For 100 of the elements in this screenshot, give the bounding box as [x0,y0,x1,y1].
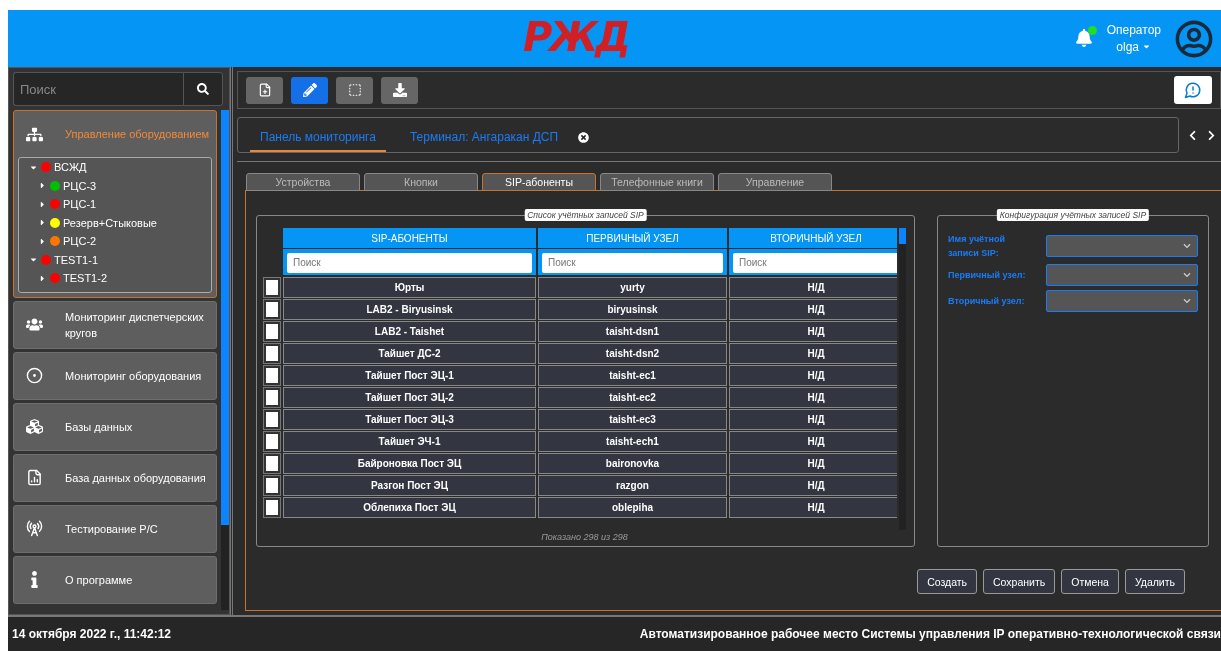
tree-item-label[interactable]: РЦС-3 [63,179,97,192]
hierarchy-icon [26,125,43,143]
section-tab[interactable]: Управление [718,173,832,191]
section-tab[interactable]: Кнопки [364,173,478,191]
table-cell: Тайшет Пост ЭЦ-2 [283,387,536,408]
tree-item-label[interactable]: РЦС-1 [63,198,97,211]
table-cell: oblepiha [538,497,727,518]
sidebar-item[interactable]: Мониторинг оборудования [13,351,217,400]
filter-field[interactable]: Поиск [729,249,897,275]
page-tab[interactable]: Терминал: Ангаракан ДСП [399,130,569,152]
row-checkbox[interactable] [263,475,281,496]
chart-file-icon [26,469,43,486]
filter-field[interactable]: Поиск [538,249,727,275]
bell-icon[interactable] [1074,28,1093,47]
row-checkbox[interactable] [263,453,281,474]
row-checkbox[interactable] [263,299,281,320]
table-cell: Тайшет Пост ЭЦ-3 [283,409,536,430]
action-button[interactable]: Отмена [1061,569,1119,594]
caret-right-icon[interactable] [38,236,47,246]
table-cell: Тайшет ЭЧ-1 [283,431,536,452]
action-button[interactable]: Удалить [1124,569,1185,594]
table-cell: Тайшет Пост ЭЦ-1 [283,365,536,386]
section-tab[interactable]: Телефонные книги [600,173,714,191]
panel-title: Конфигурация учётных записей SIP [996,209,1150,221]
select-field[interactable] [1046,264,1198,286]
frame-icon [347,83,362,97]
table-cell: Юрты [283,277,536,298]
caret-right-icon[interactable] [38,218,47,228]
chevron-right-icon[interactable] [1206,129,1217,141]
table-cell: Н/Д [729,365,897,386]
sidebar-item[interactable]: Мониторинг диспетчерских кругов [13,300,217,349]
page-tab[interactable]: Панель мониторинга [250,130,386,152]
row-checkbox[interactable] [263,321,281,342]
field-label: Имя учётной записи SIP: [948,233,1006,260]
sidebar-item-label: Управление оборудованием [65,127,210,142]
row-checkbox[interactable] [263,409,281,430]
select-field[interactable] [1046,290,1198,312]
sidebar-item[interactable]: Тестирование Р/С [13,504,217,553]
sidebar-item-label: Мониторинг оборудования [65,368,202,384]
scrollbar[interactable] [899,228,906,530]
row-checkbox[interactable] [263,365,281,386]
action-button[interactable]: Создать [917,569,978,594]
alert-icon [1184,81,1202,99]
toolbar-button[interactable] [246,76,283,104]
table-cell: yurty [538,277,727,298]
chevron-down-icon [1183,271,1191,279]
close-icon[interactable] [578,132,590,143]
sidebar-item[interactable]: Базы данных [13,402,217,451]
alert-button[interactable] [1174,76,1212,104]
search-icon [197,83,209,95]
scrollbar[interactable] [221,110,229,610]
table-cell: Н/Д [729,277,897,298]
tree-item-label[interactable]: Резерв+Стыковые [63,216,157,229]
panel-title: Список учётных записей SIP [524,209,647,221]
toolbar-button[interactable] [291,76,328,104]
section-tab[interactable]: Устройства [246,173,360,191]
logo: РЖД [523,14,628,60]
table-cell: Н/Д [729,453,897,474]
sidebar-item-label: Мониторинг диспетчерских кругов [65,309,205,341]
table-cell: taisht-dsn2 [538,343,727,364]
row-checkbox[interactable] [263,387,281,408]
select-field[interactable] [1046,235,1198,257]
table-cell: Н/Д [729,497,897,518]
table-cell: baironovka [538,453,727,474]
tree-item-label[interactable]: ВСЖД [54,161,87,174]
table-cell: Н/Д [729,475,897,496]
tree-item-label[interactable]: РЦС-2 [63,235,97,248]
caret-right-icon[interactable] [38,273,47,283]
sidebar-item[interactable]: Управление оборудованием ВСЖД РЦС-3 РЦС-1 Резерв+Стыковые РЦС-2 TEST1-1 TEST1-2 [13,110,217,298]
cubes-icon [26,418,43,435]
table-cell: Разгон Пост ЭЦ [283,475,536,496]
people-icon [26,316,43,333]
user-role: Оператор [1106,21,1161,39]
avatar-icon[interactable] [1175,19,1213,58]
table-cell: biryusinsk [538,299,727,320]
search-button[interactable] [183,72,223,106]
action-button[interactable]: Сохранить [983,569,1056,594]
table-cell: Н/Д [729,299,897,320]
row-checkbox[interactable] [263,431,281,452]
table-cell: Н/Д [729,343,897,364]
row-checkbox[interactable] [263,277,281,298]
table-cell: Байроновка Пост ЭЦ [283,453,536,474]
tree-item-label[interactable]: TEST1-2 [63,272,107,285]
sidebar-item[interactable]: База данных оборудования [13,453,217,502]
section-tab[interactable]: SIP-абоненты [482,173,596,191]
caret-right-icon[interactable] [38,181,47,191]
search-field[interactable]: Поиск [13,72,183,106]
toolbar-button[interactable] [381,76,418,104]
caret-right-icon[interactable] [38,199,47,209]
filter-field[interactable]: Поиск [283,249,536,275]
pencil-icon [302,83,317,97]
table-cell: Н/Д [729,387,897,408]
row-checkbox[interactable] [263,343,281,364]
tree-item-label[interactable]: TEST1-1 [54,253,98,266]
sidebar-item[interactable]: О программе [13,555,217,604]
table-cell: taisht-ec1 [538,365,727,386]
table-cell: taisht-ech1 [538,431,727,452]
row-checkbox[interactable] [263,497,281,518]
chevron-left-icon[interactable] [1187,129,1198,141]
table-cell: taisht-ec3 [538,409,727,430]
